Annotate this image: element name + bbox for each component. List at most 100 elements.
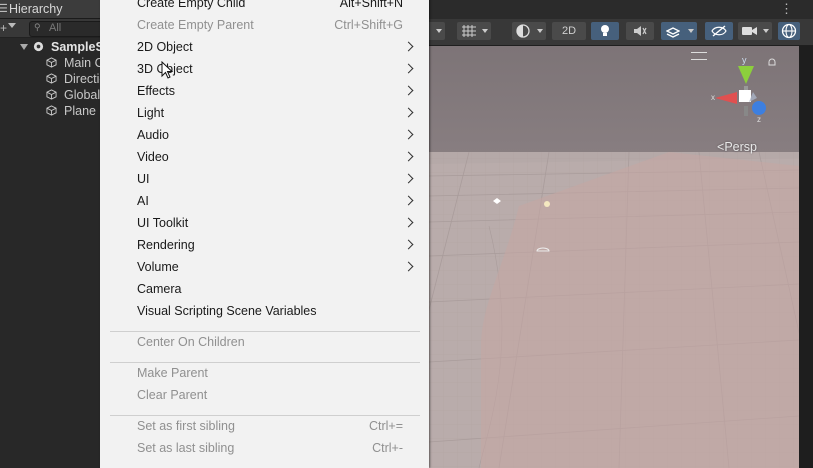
menu-item-label: UI Toolkit: [137, 216, 189, 230]
menu-item-2d-object[interactable]: 2D Object: [100, 36, 429, 58]
chevron-right-icon: [403, 107, 414, 118]
hierarchy-item[interactable]: Main Camera: [0, 55, 100, 71]
menu-item-label: Make Parent: [137, 366, 208, 380]
gizmos-toggle[interactable]: [778, 22, 800, 40]
menu-item-shortcut: Ctrl+-: [372, 441, 403, 455]
menu-item-3d-object[interactable]: 3D Object: [100, 58, 429, 80]
hierarchy-tab-label: Hierarchy: [9, 2, 63, 16]
menu-item-label: Light: [137, 106, 165, 120]
hierarchy-item-label: Global Volume: [64, 88, 100, 102]
tool-button-partial[interactable]: [429, 22, 445, 40]
menu-item-label: 2D Object: [137, 40, 193, 54]
hierarchy-search-input[interactable]: ⚲ All: [29, 21, 101, 37]
menu-item-label: Center On Children: [137, 335, 245, 349]
chevron-right-icon: [403, 129, 414, 140]
layers-icon: [666, 27, 680, 38]
menu-item-label: Effects: [137, 84, 175, 98]
svg-text:y: y: [742, 55, 747, 65]
gameobject-cube-icon: [46, 57, 57, 68]
search-placeholder: All: [49, 22, 62, 34]
scene-tab-strip: ⋮: [429, 0, 813, 19]
gameobject-context-menu: Create Empty Child Alt+Shift+N Create Empt…: [100, 0, 429, 468]
lighting-toggle[interactable]: [591, 22, 619, 40]
menu-item-visual-scripting-scene-variables[interactable]: Visual Scripting Scene Variables: [100, 300, 429, 322]
menu-item-rendering[interactable]: Rendering: [100, 234, 429, 256]
effects-toggle[interactable]: [661, 22, 697, 40]
scene-toolbar: 2D: [429, 19, 813, 46]
menu-item-ui[interactable]: UI: [100, 168, 429, 190]
hierarchy-item-label: Plane: [64, 104, 96, 118]
gameobject-cube-icon: [46, 105, 57, 116]
orientation-gizmo[interactable]: y x z: [711, 54, 781, 126]
menu-item-make-parent: Make Parent: [100, 362, 429, 384]
expand-arrow-icon[interactable]: [20, 44, 28, 50]
shading-icon: [516, 24, 530, 38]
menu-item-set-as-last-sibling: Set as last sibling Ctrl+-: [100, 437, 429, 459]
grid-snap-button[interactable]: [457, 22, 491, 40]
menu-item-label: Video: [137, 150, 169, 164]
gameobject-cube-icon: [46, 73, 57, 84]
add-icon[interactable]: +: [0, 21, 7, 35]
chevron-right-icon: [403, 173, 414, 184]
menu-item-effects[interactable]: Effects: [100, 80, 429, 102]
menu-item-label: Rendering: [137, 238, 195, 252]
menu-item-audio[interactable]: Audio: [100, 124, 429, 146]
overlay-drag-handle[interactable]: [691, 52, 707, 60]
menu-item-create-empty-parent: Create Empty Parent Ctrl+Shift+G: [100, 14, 429, 36]
camera-icon: [742, 27, 757, 35]
hierarchy-item[interactable]: Plane: [0, 103, 100, 119]
hierarchy-item-label: Directional Light: [64, 72, 100, 86]
mouse-cursor-icon: [161, 61, 174, 79]
hidden-eye-icon: [711, 25, 727, 37]
audio-toggle[interactable]: [626, 22, 654, 40]
menu-item-label: Create Empty Parent: [137, 18, 254, 32]
menu-item-clear-parent: Clear Parent: [100, 384, 429, 406]
chevron-right-icon: [403, 239, 414, 250]
chevron-down-icon[interactable]: [8, 23, 16, 28]
hierarchy-item-label: SampleScene: [51, 40, 100, 54]
menu-item-shortcut: Ctrl+=: [368, 419, 403, 433]
menu-item-video[interactable]: Video: [100, 146, 429, 168]
panel-edge: [799, 46, 813, 468]
chevron-right-icon: [403, 151, 414, 162]
persp-label: Persp: [724, 140, 757, 154]
unity-scene-icon: [33, 41, 44, 52]
camera-settings-button[interactable]: [738, 22, 772, 40]
svg-text:x: x: [711, 93, 715, 102]
hierarchy-scene-root[interactable]: SampleScene: [0, 39, 100, 55]
chevron-right-icon: [403, 85, 414, 96]
menu-item-label: Camera: [137, 282, 182, 296]
draw-mode-button[interactable]: [512, 22, 546, 40]
hierarchy-item[interactable]: Directional Light: [0, 71, 100, 87]
mode-2d-button[interactable]: 2D: [552, 22, 586, 40]
menu-item-label: AI: [137, 194, 149, 208]
lightbulb-icon: [601, 25, 609, 36]
grid-snap-icon: [462, 25, 476, 37]
mute-icon: [634, 26, 647, 36]
svg-text:z: z: [757, 115, 761, 124]
hierarchy-panel: ☰ Hierarchy + ⚲ All SampleScene Main Came…: [0, 0, 101, 468]
chevron-right-icon: [403, 217, 414, 228]
menu-item-light[interactable]: Light: [100, 102, 429, 124]
menu-item-label: Set as first sibling: [137, 419, 235, 433]
menu-item-camera[interactable]: Camera: [100, 278, 429, 300]
menu-item-label: Visual Scripting Scene Variables: [137, 304, 317, 318]
hamburger-icon: ☰: [0, 3, 8, 15]
projection-label[interactable]: <Persp: [717, 140, 757, 154]
visibility-toggle[interactable]: [705, 22, 733, 40]
hierarchy-tab[interactable]: ☰ Hierarchy: [0, 0, 100, 19]
menu-item-ai[interactable]: AI: [100, 190, 429, 212]
menu-item-label: Audio: [137, 128, 169, 142]
menu-item-volume[interactable]: Volume: [100, 256, 429, 278]
menu-item-shortcut: Ctrl+Shift+G: [334, 18, 403, 32]
menu-item-label: Create Empty Child: [137, 0, 246, 10]
menu-item-set-as-first-sibling: Set as first sibling Ctrl+=: [100, 415, 429, 437]
more-options-icon[interactable]: ⋮: [780, 1, 793, 17]
gameobject-cube-icon: [46, 89, 57, 100]
menu-item-create-empty-child[interactable]: Create Empty Child Alt+Shift+N: [100, 0, 429, 14]
menu-item-label: UI: [137, 172, 150, 186]
menu-item-label: Volume: [137, 260, 179, 274]
hierarchy-item[interactable]: Global Volume: [0, 87, 100, 103]
menu-item-ui-toolkit[interactable]: UI Toolkit: [100, 212, 429, 234]
menu-item-shortcut: Alt+Shift+N: [339, 0, 403, 10]
